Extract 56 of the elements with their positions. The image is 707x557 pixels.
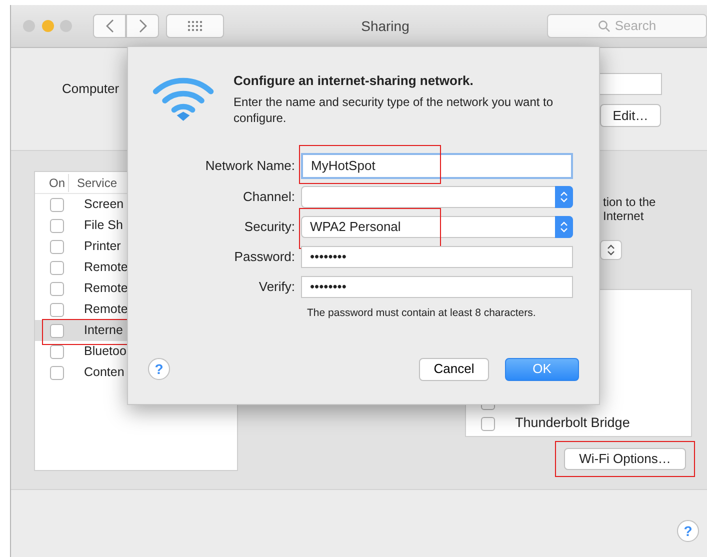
hint-text: The password must contain at least 8 characters. [307,306,537,321]
popup-menu[interactable]: WPA2 Personal [301,216,573,238]
service-name[interactable]: Remote [84,258,128,277]
checkbox[interactable] [50,282,64,296]
computer-name-label: Computer [62,80,120,98]
dialog-title: Configure an internet-sharing network. [234,72,474,90]
checkbox[interactable] [50,198,64,212]
forward-button[interactable] [126,14,159,38]
cancel-button[interactable]: Cancel [419,358,489,380]
text-field[interactable]: MyHotSpot [301,152,573,179]
edit-button[interactable]: Edit… [600,104,661,127]
field-label: Channel: [242,188,296,206]
service-name[interactable]: Interne [84,321,123,340]
window-control-dot[interactable] [23,20,35,32]
checkbox[interactable] [50,218,64,232]
checkbox[interactable] [50,302,64,316]
interface-name[interactable]: Thunderbolt Bridge [515,413,630,434]
service-name[interactable]: Printer [84,237,121,256]
field-label: Security: [243,218,296,236]
checkbox[interactable] [50,366,64,380]
chevron-right-icon [138,19,146,33]
popup-menu[interactable] [301,186,573,208]
field-label: Network Name: [204,157,296,175]
checkbox[interactable] [50,260,64,274]
checkbox[interactable] [50,344,64,358]
field-label: Verify: [258,278,296,296]
service-name[interactable]: Conten [84,363,124,382]
window-control-dot[interactable] [42,20,54,32]
checkbox[interactable] [481,416,495,430]
service-name[interactable]: Bluetoo [84,342,126,361]
checkbox[interactable] [50,240,64,254]
show-all-button[interactable] [166,14,224,38]
window-control-dot[interactable] [60,20,72,32]
service-name[interactable]: Remote [84,300,128,319]
up-down-arrows-icon [560,190,568,203]
column-header: On [35,174,69,192]
back-button[interactable] [93,14,126,38]
description-text: Internet [603,209,645,223]
column-header: Service [76,174,118,192]
checkbox[interactable] [50,324,64,338]
service-name[interactable]: File Sh [84,216,123,235]
chevron-left-icon [106,19,114,33]
window-title: Sharing [360,16,410,36]
up-down-arrows-icon [607,244,615,256]
service-name[interactable]: Remote [84,279,128,298]
grid-icon [188,21,202,31]
wifi-options-button[interactable]: Wi-Fi Options… [564,448,686,470]
service-name[interactable]: Screen [84,195,124,214]
text-field[interactable]: •••••••• [301,246,573,268]
description-text: tion to the [603,195,657,209]
search-icon [598,20,610,32]
field-label: Password: [233,248,296,266]
text-field[interactable]: •••••••• [301,276,573,298]
dialog-description: Enter the name and security type of the network you want to configure. [234,94,554,126]
popup-stepper[interactable] [600,240,622,260]
up-down-arrows-icon [560,220,568,233]
